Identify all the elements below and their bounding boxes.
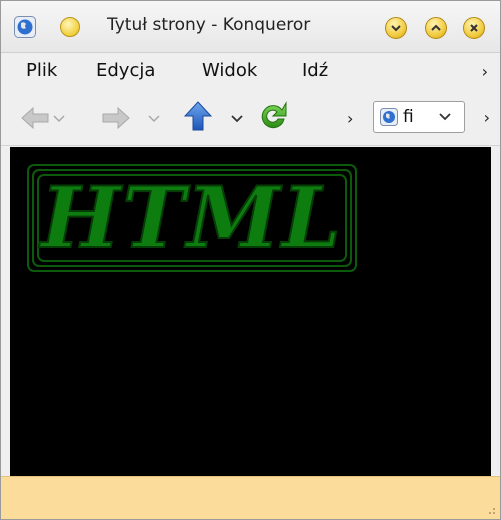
menu-widok[interactable]: Widok (202, 60, 257, 81)
window-title: Tytuł strony - Konqueror (107, 15, 311, 35)
chevron-up-icon (431, 24, 441, 31)
status-bar (1, 476, 500, 519)
toolbar-separator-chevron[interactable]: › (347, 109, 353, 128)
close-icon (470, 24, 478, 32)
maximize-button[interactable] (425, 17, 447, 39)
minimize-button[interactable] (385, 17, 407, 39)
menu-bar: Plik Edycja Widok Idź › (1, 54, 500, 90)
reload-icon[interactable] (257, 100, 289, 132)
banner-text: HTML (39, 168, 343, 267)
back-dropdown-chevron-icon[interactable] (53, 112, 65, 126)
sticky-button[interactable] (60, 17, 80, 37)
up-dropdown-chevron-icon[interactable] (231, 112, 243, 126)
location-text: fi (403, 107, 414, 127)
toolbar-overflow-button[interactable]: › (484, 108, 490, 127)
title-bar[interactable]: Tytuł strony - Konqueror (1, 1, 500, 53)
menu-plik[interactable]: Plik (26, 60, 57, 81)
page-viewport[interactable]: HTML (10, 147, 491, 476)
chevron-down-icon[interactable] (438, 111, 452, 123)
globe-icon (380, 108, 398, 126)
forward-arrow-icon[interactable] (101, 105, 131, 131)
chevron-down-icon (391, 25, 401, 32)
browser-window: Tytuł strony - Konqueror Plik Edycja Wid… (0, 0, 501, 520)
menu-idz[interactable]: Idź (302, 60, 328, 81)
main-toolbar: › fi › (1, 90, 500, 146)
html-banner-image: HTML (25, 161, 359, 275)
menu-overflow-button[interactable]: › (482, 62, 488, 81)
location-combo[interactable]: fi (373, 101, 465, 133)
konqueror-globe-icon[interactable] (14, 16, 36, 38)
back-arrow-icon[interactable] (20, 105, 50, 131)
forward-dropdown-chevron-icon[interactable] (148, 112, 160, 126)
menu-edycja[interactable]: Edycja (96, 60, 155, 81)
resize-grip-icon[interactable] (486, 505, 496, 515)
up-arrow-icon[interactable] (184, 100, 212, 132)
close-button[interactable] (463, 17, 485, 39)
